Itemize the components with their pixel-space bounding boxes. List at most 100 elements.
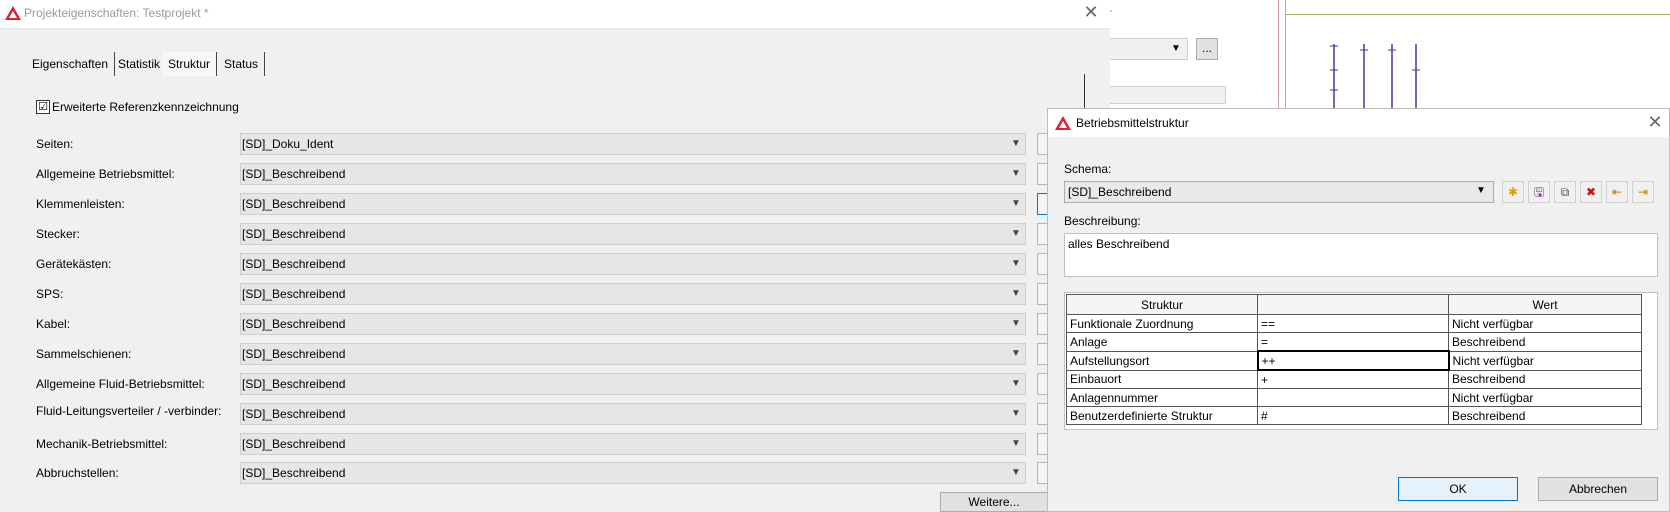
combo-value-geraetekaesten: [SD]_Beschreibend [242, 257, 346, 271]
combo-allgemeine-betriebsmittel[interactable] [240, 163, 1026, 185]
row-label-seiten: Seiten: [36, 137, 74, 151]
cell-value[interactable]: Beschreibend [1448, 369, 1642, 389]
chevron-down-icon: ▼ [1011, 408, 1021, 419]
table-row[interactable]: Aufstellungsort ++ Nicht verfügbar [1066, 350, 1642, 371]
bg-divider-2 [1285, 0, 1286, 108]
row-label-fluid-leitungsverteiler: Fluid-Leitungsverteiler / -verbinder: [36, 404, 222, 418]
combo-value-fluid-leitungsverteiler: [SD]_Beschreibend [242, 407, 346, 421]
description-value: alles Beschreibend [1068, 237, 1170, 251]
combo-allgemeine-fluid-betriebsmittel[interactable] [240, 373, 1026, 395]
cell-prefix[interactable]: # [1257, 406, 1449, 425]
vertical-separator [1084, 74, 1085, 110]
combo-value-stecker: [SD]_Beschreibend [242, 227, 346, 241]
cell-value[interactable]: Nicht verfügbar [1448, 350, 1642, 371]
chevron-down-icon: ▼ [1011, 348, 1021, 359]
delete-icon[interactable]: ✖ [1580, 181, 1602, 203]
copy-icon[interactable]: ⧉ [1554, 181, 1576, 203]
row-label-allgemeine-betriebsmittel: Allgemeine Betriebsmittel: [36, 167, 175, 181]
ok-button[interactable]: OK [1398, 477, 1518, 501]
cell-structure: Funktionale Zuordnung [1066, 314, 1258, 333]
header-prefix[interactable] [1257, 294, 1449, 315]
chevron-down-icon: ▼ [1011, 198, 1021, 209]
save-icon[interactable]: 🖫 [1528, 181, 1550, 203]
schema-value: [SD]_Beschreibend [1068, 185, 1172, 199]
chevron-down-icon: ▼ [1011, 467, 1021, 478]
combo-value-seiten: [SD]_Doku_Ident [242, 137, 334, 151]
header-struktur[interactable]: Struktur [1066, 294, 1258, 315]
tab-eigenschaften[interactable]: Eigenschaften [26, 52, 116, 76]
header-wert[interactable]: Wert [1448, 294, 1642, 315]
row-label-sps: SPS: [36, 287, 64, 301]
cell-prefix[interactable]: ++ [1256, 350, 1450, 371]
row-label-geraetekaesten: Gerätekästen: [36, 257, 112, 271]
chevron-down-icon: ▼ [1011, 258, 1021, 269]
table-row[interactable]: Benutzerdefinierte Struktur # Beschreibe… [1066, 406, 1642, 425]
combo-mechanik-betriebsmittel[interactable] [240, 433, 1026, 455]
equipment-structure-title: Betriebsmittelstruktur [1076, 116, 1189, 130]
export-icon[interactable]: ⇥ [1632, 181, 1654, 203]
structure-table: Struktur Wert Funktionale Zuordnung == N… [1066, 294, 1642, 425]
combo-fluid-leitungsverteiler[interactable] [240, 403, 1026, 425]
extended-reference-checkbox[interactable]: ☑ [36, 100, 50, 114]
chevron-down-icon: ▼ [1011, 318, 1021, 329]
cell-structure: Anlagennummer [1066, 388, 1258, 407]
combo-kabel[interactable] [240, 313, 1026, 335]
cell-prefix[interactable]: == [1257, 314, 1449, 333]
row-label-kabel: Kabel: [36, 317, 71, 331]
cell-value[interactable]: Beschreibend [1448, 406, 1642, 425]
row-label-sammelschienen: Sammelschienen: [36, 347, 132, 361]
cell-structure: Einbauort [1066, 369, 1258, 389]
combo-sps[interactable] [240, 283, 1026, 305]
tab-struktur[interactable]: Struktur [162, 52, 218, 76]
cell-prefix[interactable]: = [1257, 332, 1449, 352]
cell-value[interactable]: Nicht verfügbar [1448, 314, 1642, 333]
combo-stecker[interactable] [240, 223, 1026, 245]
chevron-down-icon: ▼ [1011, 378, 1021, 389]
cell-value[interactable]: Beschreibend [1448, 332, 1642, 352]
description-label: Beschreibung: [1064, 214, 1141, 228]
project-dialog-title: Projekteigenschaften: Testprojekt * [24, 6, 209, 20]
cell-prefix[interactable] [1257, 388, 1449, 407]
import-icon[interactable]: ⇤ [1606, 181, 1628, 203]
close-icon[interactable]: ✕ [1080, 2, 1102, 24]
table-row[interactable]: Einbauort + Beschreibend [1066, 369, 1642, 389]
cancel-button[interactable]: Abbrechen [1538, 477, 1658, 501]
combo-value-sammelschienen: [SD]_Beschreibend [242, 347, 346, 361]
bg-ellipsis-button: ... [1196, 38, 1218, 60]
row-label-klemmenleisten: Klemmenleisten: [36, 197, 125, 211]
cell-structure: Aufstellungsort [1066, 350, 1258, 371]
combo-seiten[interactable] [240, 133, 1026, 155]
new-star-icon[interactable]: ✱ [1502, 181, 1524, 203]
cell-structure: Benutzerdefinierte Struktur [1066, 406, 1258, 425]
row-label-allgemeine-fluid-betriebsmittel: Allgemeine Fluid-Betriebsmittel: [36, 377, 205, 391]
combo-sammelschienen[interactable] [240, 343, 1026, 365]
combo-value-allgemeine-fluid-betriebsmittel: [SD]_Beschreibend [242, 377, 346, 391]
cell-prefix[interactable]: + [1257, 369, 1449, 389]
row-label-mechanik-betriebsmittel: Mechanik-Betriebsmittel: [36, 437, 168, 451]
project-dialog-titlebar: Projekteigenschaften: Testprojekt * ✕ [0, 0, 1110, 29]
table-row[interactable]: Anlagennummer Nicht verfügbar [1066, 388, 1642, 407]
tab-statistik[interactable]: Statistik [112, 52, 168, 76]
combo-value-allgemeine-betriebsmittel: [SD]_Beschreibend [242, 167, 346, 181]
combo-value-sps: [SD]_Beschreibend [242, 287, 346, 301]
close-icon[interactable]: ✕ [1644, 112, 1666, 134]
eplan-logo-icon [5, 6, 21, 20]
chevron-down-icon: ▼ [1011, 288, 1021, 299]
cell-structure: Anlage [1066, 332, 1258, 352]
extended-reference-label: Erweiterte Referenzkennzeichnung [52, 100, 239, 114]
combo-klemmenleisten[interactable] [240, 193, 1026, 215]
cell-value[interactable]: Nicht verfügbar [1448, 388, 1642, 407]
chevron-down-icon: ▼ [1011, 228, 1021, 239]
combo-value-abbruchstellen: [SD]_Beschreibend [242, 466, 346, 480]
combo-abbruchstellen[interactable] [240, 462, 1026, 484]
chevron-down-icon: ▼ [1476, 185, 1486, 196]
bg-hline [1286, 14, 1670, 15]
table-header-row: Struktur Wert [1066, 294, 1642, 315]
more-button[interactable]: Weitere... [940, 492, 1048, 512]
table-row[interactable]: Anlage = Beschreibend [1066, 332, 1642, 352]
tab-status[interactable]: Status [218, 52, 266, 76]
table-row[interactable]: Funktionale Zuordnung == Nicht verfügbar [1066, 314, 1642, 333]
bg-divider [1278, 0, 1279, 108]
row-label-stecker: Stecker: [36, 227, 81, 241]
combo-geraetekaesten[interactable] [240, 253, 1026, 275]
